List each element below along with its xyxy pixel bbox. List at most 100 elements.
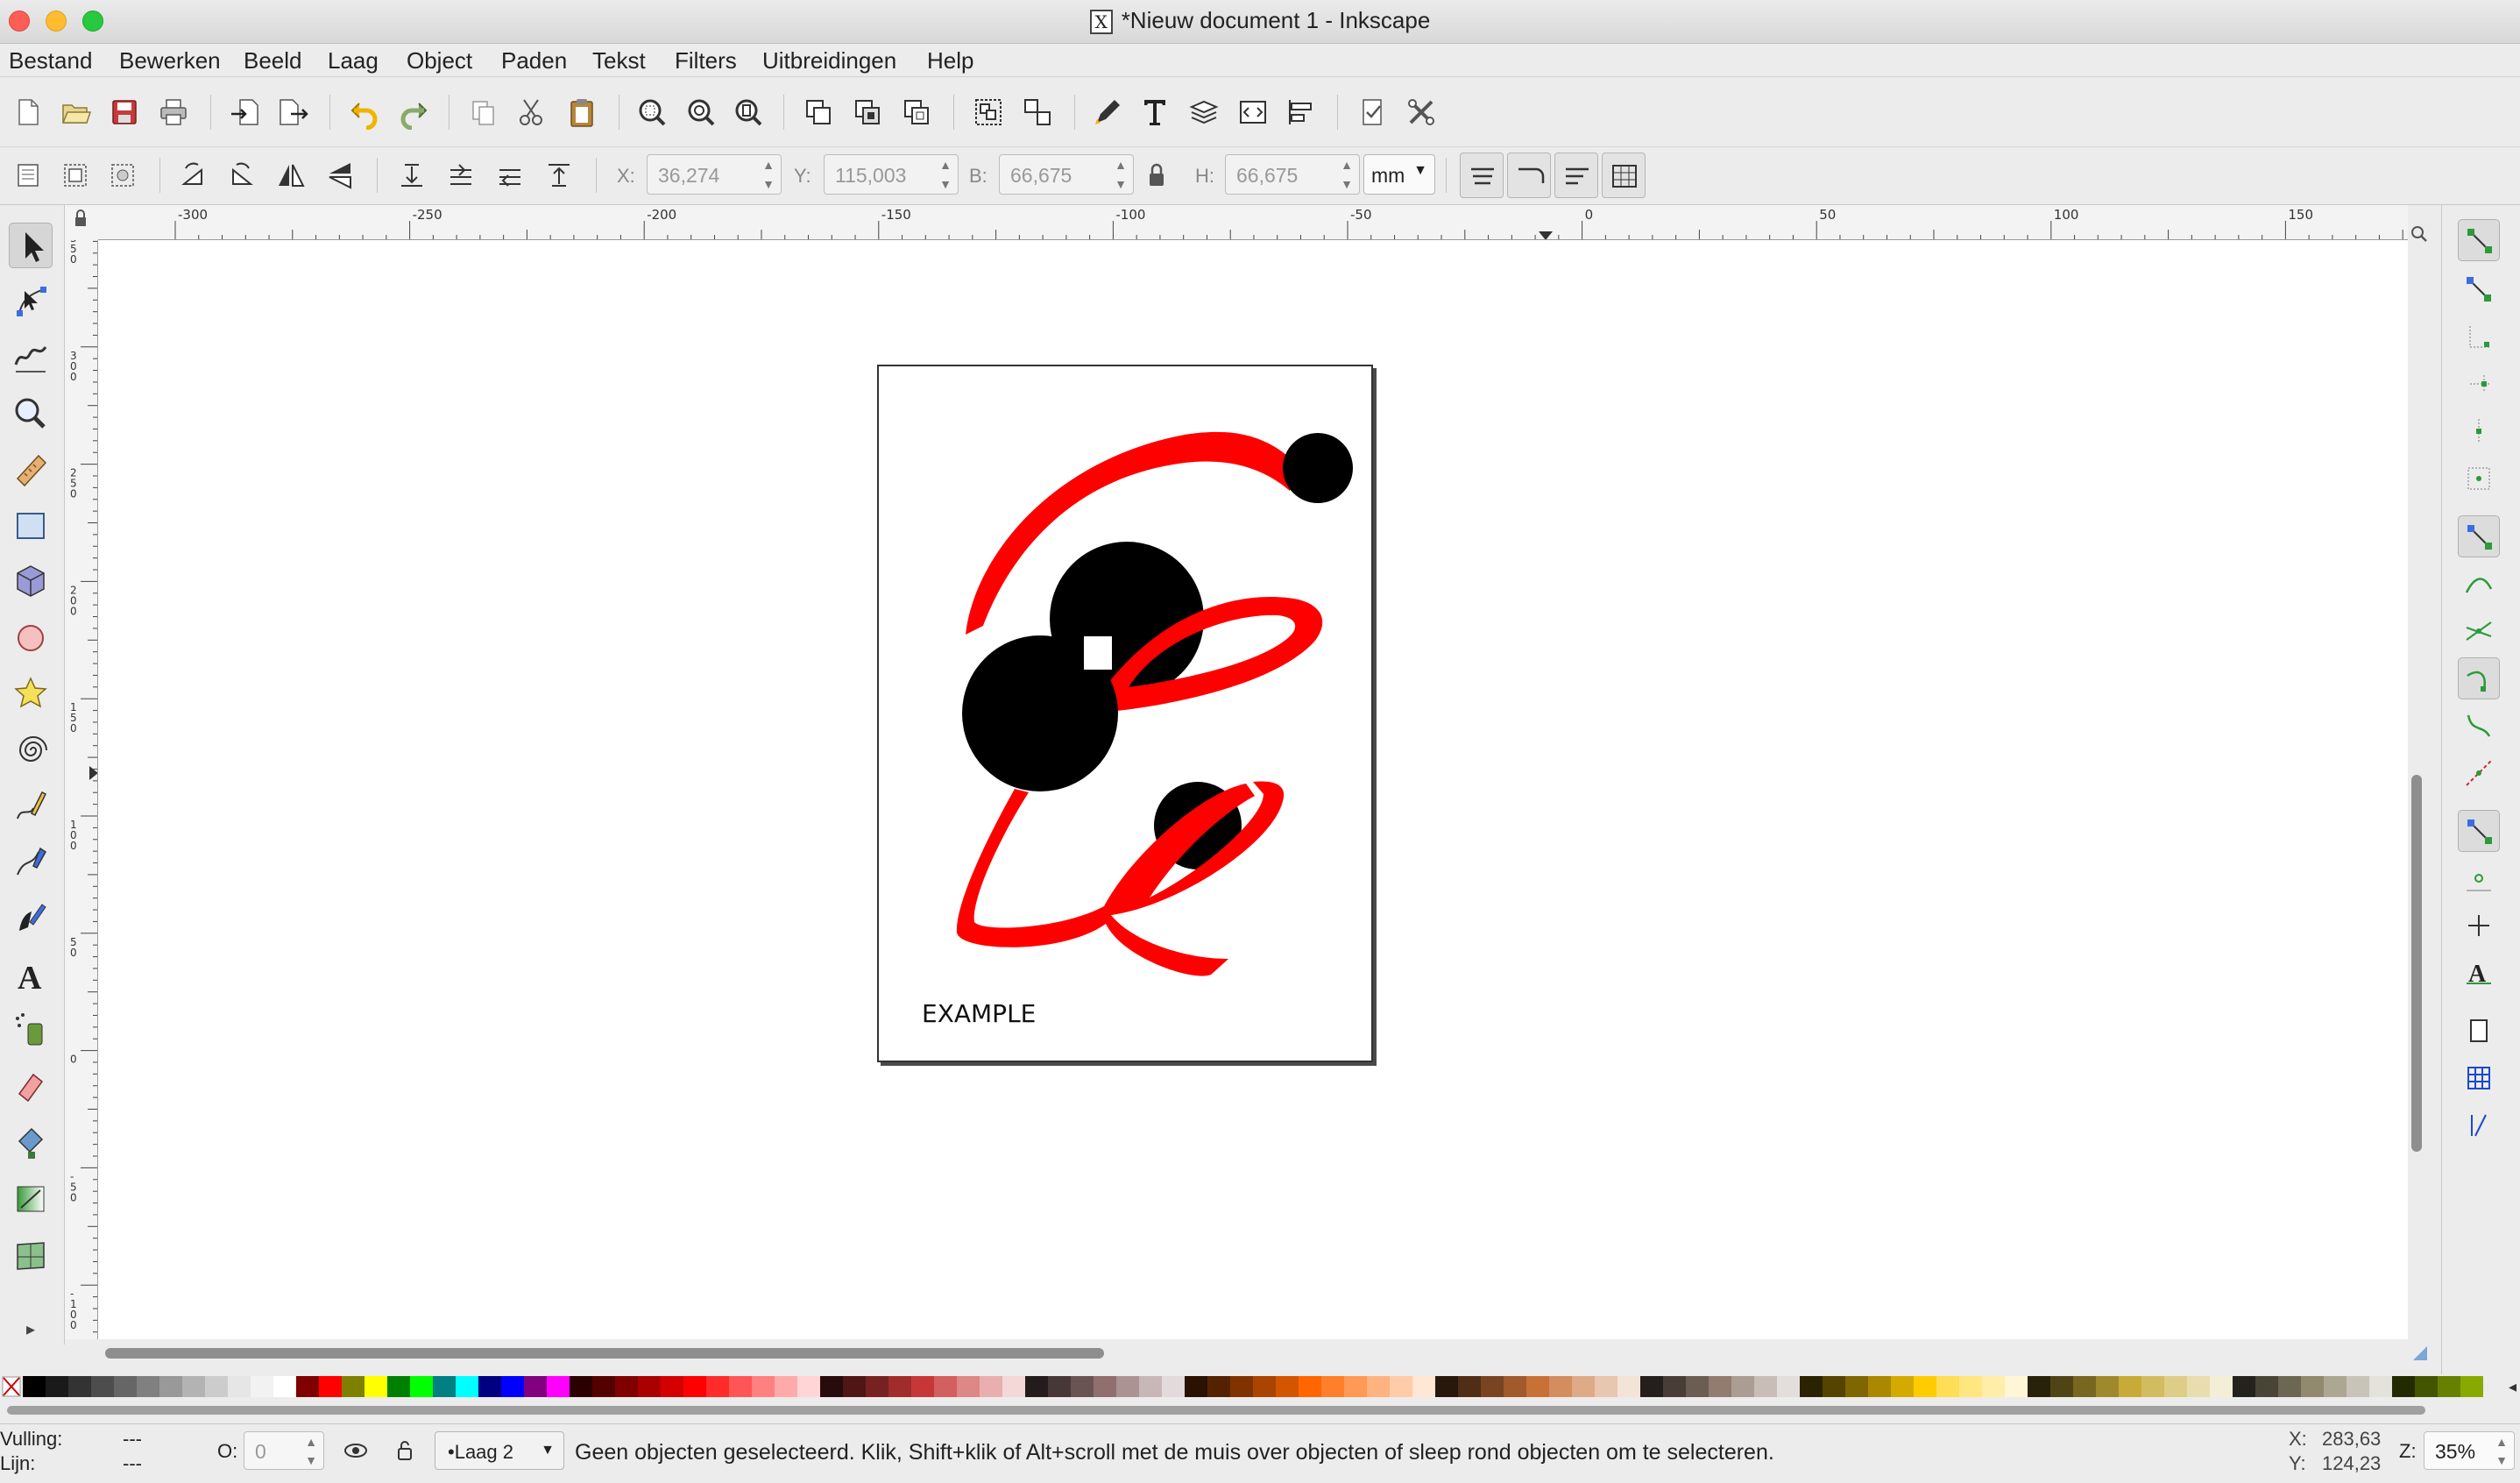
color-swatch[interactable] [433, 1376, 456, 1397]
fill-value[interactable]: --- [123, 1428, 142, 1451]
color-swatch[interactable] [1207, 1376, 1230, 1397]
zoom-increment-icon[interactable]: ▲ [2491, 1432, 2512, 1451]
opacity-field[interactable]: 0 ▲ ▼ [244, 1431, 324, 1470]
color-swatch[interactable] [2050, 1376, 2073, 1397]
palette-menu-icon[interactable]: ◂ [2509, 1378, 2516, 1396]
snap-others-icon[interactable] [2458, 810, 2500, 852]
color-swatch[interactable] [2347, 1376, 2369, 1397]
snap-midpoint-icon[interactable] [2458, 752, 2500, 794]
height-field[interactable]: 66,675 ▲ ▼ [1225, 154, 1360, 195]
color-swatch[interactable] [501, 1376, 524, 1397]
star-icon[interactable] [9, 671, 53, 717]
layer-lock-icon[interactable] [391, 1437, 419, 1465]
node-icon[interactable] [9, 279, 53, 324]
canvas-example-text[interactable]: EXAMPLE [922, 999, 1036, 1028]
color-swatch[interactable] [843, 1376, 866, 1397]
stroke-value[interactable]: --- [123, 1452, 142, 1475]
horizontal-ruler[interactable]: -300-250-200-150-100-5005010015020025030… [98, 205, 2408, 240]
x-increment-icon[interactable]: ▲ [758, 155, 779, 174]
color-swatch[interactable] [1094, 1376, 1116, 1397]
fill-stroke-icon[interactable] [1090, 95, 1125, 130]
vertical-scroll-thumb[interactable] [2411, 775, 2422, 1152]
color-swatch[interactable] [1162, 1376, 1185, 1397]
menu-object[interactable]: Object [407, 47, 472, 75]
mesh-icon[interactable] [9, 1232, 53, 1278]
color-swatch[interactable] [2233, 1376, 2255, 1397]
snap-object-center-icon[interactable] [2458, 857, 2500, 899]
color-swatch[interactable] [91, 1376, 114, 1397]
color-swatch[interactable] [2460, 1376, 2483, 1397]
color-swatch[interactable] [1640, 1376, 1663, 1397]
transform-gradients-icon[interactable] [1554, 153, 1598, 198]
color-swatch[interactable] [2096, 1376, 2119, 1397]
color-swatch[interactable] [2392, 1376, 2415, 1397]
color-swatch[interactable] [1823, 1376, 1845, 1397]
snap-toggle-icon[interactable] [2458, 219, 2500, 261]
menu-help[interactable]: Help [927, 47, 973, 75]
xml-editor-icon[interactable] [1235, 95, 1271, 130]
color-swatch[interactable] [1959, 1376, 1982, 1397]
color-swatch[interactable] [1367, 1376, 1390, 1397]
color-swatch[interactable] [1185, 1376, 1207, 1397]
width-increment-icon[interactable]: ▲ [1110, 155, 1131, 174]
color-swatch[interactable] [1982, 1376, 2005, 1397]
color-swatch[interactable] [2210, 1376, 2233, 1397]
deselect-icon[interactable] [105, 158, 140, 193]
group-icon[interactable] [971, 95, 1006, 130]
color-swatch[interactable] [23, 1376, 46, 1397]
color-swatch[interactable] [1891, 1376, 1914, 1397]
color-swatch[interactable] [592, 1376, 615, 1397]
color-swatch[interactable] [2028, 1376, 2050, 1397]
snap-bbox-corner-icon[interactable] [2458, 363, 2500, 405]
pencil-icon[interactable] [9, 784, 53, 829]
layer-select[interactable]: •Laag 2 ▼ [435, 1431, 564, 1470]
color-swatch[interactable] [1048, 1376, 1071, 1397]
color-swatch[interactable] [1321, 1376, 1344, 1397]
color-swatch[interactable] [1617, 1376, 1640, 1397]
lower-icon[interactable] [443, 158, 478, 193]
color-swatch[interactable] [775, 1376, 797, 1397]
palette-scrollbar[interactable] [0, 1399, 2520, 1423]
color-swatch[interactable] [46, 1376, 68, 1397]
color-swatch[interactable] [1412, 1376, 1435, 1397]
snap-intersection-icon[interactable] [2458, 610, 2500, 652]
color-swatch[interactable] [1526, 1376, 1549, 1397]
color-swatch[interactable] [1731, 1376, 1754, 1397]
scale-stroke-icon[interactable] [1460, 153, 1504, 198]
color-swatch[interactable] [251, 1376, 273, 1397]
snap-guide-icon[interactable] [2458, 1104, 2500, 1146]
vertical-ruler[interactable]: 350300250200150100500-50-100 [65, 240, 98, 1339]
color-swatch[interactable] [1709, 1376, 1731, 1397]
save-icon[interactable] [107, 95, 142, 130]
horizontal-scrollbar[interactable] [98, 1339, 2408, 1374]
color-swatch[interactable] [2278, 1376, 2301, 1397]
text-font-icon[interactable] [1137, 95, 1172, 130]
color-swatch[interactable] [387, 1376, 410, 1397]
color-swatch[interactable] [1754, 1376, 1777, 1397]
zoom-corner-icon[interactable] [2410, 224, 2429, 244]
unit-select[interactable]: mm ▼ [1363, 154, 1435, 195]
color-swatch[interactable] [570, 1376, 592, 1397]
zoom-drawing-icon[interactable] [683, 95, 718, 130]
color-swatch[interactable] [1344, 1376, 1367, 1397]
export-icon[interactable] [275, 95, 310, 130]
color-swatch[interactable] [296, 1376, 319, 1397]
color-swatch[interactable] [273, 1376, 296, 1397]
color-swatch[interactable] [524, 1376, 547, 1397]
snap-nodes-icon[interactable] [2458, 515, 2500, 557]
menu-paden[interactable]: Paden [501, 47, 567, 75]
y-increment-icon[interactable]: ▲ [935, 155, 956, 174]
color-swatch[interactable] [2164, 1376, 2187, 1397]
color-swatch[interactable] [1071, 1376, 1094, 1397]
snap-page-border-icon[interactable] [2458, 1010, 2500, 1052]
snap-bbox-icon[interactable] [2458, 268, 2500, 310]
pen-icon[interactable] [9, 840, 53, 885]
color-swatch[interactable] [1253, 1376, 1276, 1397]
vertical-scrollbar[interactable] [2408, 240, 2425, 1339]
select-all-icon[interactable] [11, 158, 46, 193]
color-swatch[interactable] [797, 1376, 820, 1397]
color-swatch[interactable] [228, 1376, 251, 1397]
color-swatch[interactable] [410, 1376, 433, 1397]
color-swatch[interactable] [182, 1376, 205, 1397]
color-swatch[interactable] [615, 1376, 638, 1397]
